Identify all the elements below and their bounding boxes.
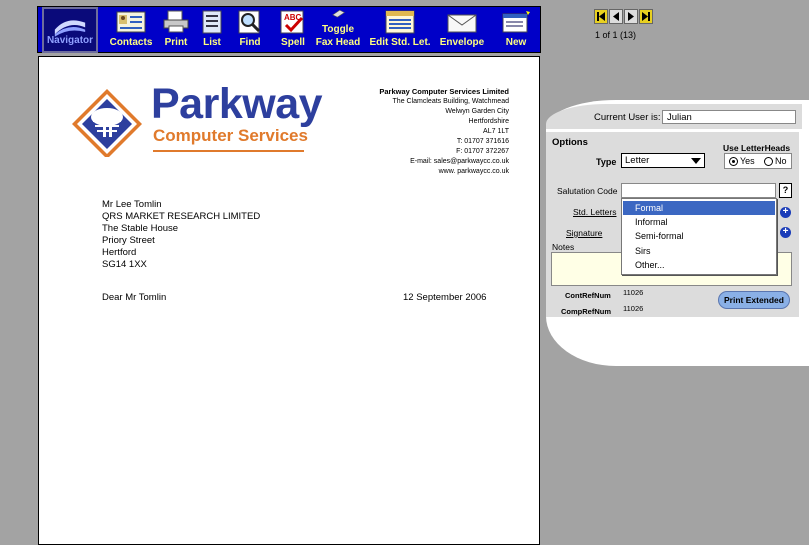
letterheads-no-radio[interactable] xyxy=(764,157,773,166)
type-label: Type xyxy=(596,157,617,167)
toggle-icon xyxy=(332,9,345,18)
last-record-button[interactable] xyxy=(639,9,653,24)
print-button[interactable]: Print xyxy=(158,7,194,53)
company-name: Parkway Computer Services Limited xyxy=(379,87,509,96)
edit-letter-icon xyxy=(385,10,415,34)
new-document-icon xyxy=(502,11,530,33)
letter-salutation: Dear Mr Tomlin xyxy=(102,292,167,303)
type-select-value: Letter xyxy=(625,155,650,166)
toggle-fax-head-button[interactable]: Toggle Fax Head xyxy=(314,7,362,53)
spell-button[interactable]: ABC Spell xyxy=(274,7,312,53)
signature-link[interactable]: Signature xyxy=(566,228,602,238)
left-margin xyxy=(0,0,34,545)
previous-record-icon xyxy=(613,12,619,21)
find-button[interactable]: Find xyxy=(232,7,268,53)
toolbar-label: Print xyxy=(164,37,188,48)
spell-check-icon: ABC xyxy=(280,10,304,34)
address-line: Hertford xyxy=(102,246,137,258)
letterheads-label: Use LetterHeads xyxy=(723,143,791,153)
toolbar-label: Spell xyxy=(281,37,305,48)
company-line: F: 01707 372267 xyxy=(456,148,509,155)
toolbar-label: Fax Head xyxy=(315,37,361,48)
salutation-code-field[interactable] xyxy=(621,183,776,198)
options-heading: Options xyxy=(552,137,588,148)
toolbar-label: Edit Std. Let. xyxy=(369,37,431,48)
salutation-code-label: Salutation Code xyxy=(557,186,618,196)
navigator-button[interactable]: Navigator xyxy=(42,7,98,53)
toolbar-label: Contacts xyxy=(109,37,153,48)
salutation-option-semi-formal[interactable]: Semi-formal xyxy=(623,229,775,243)
logo-underline xyxy=(153,150,304,152)
letterheads-yes-radio[interactable] xyxy=(729,157,738,166)
std-letters-link[interactable]: Std. Letters xyxy=(573,207,616,217)
recipient-address: Mr Lee Tomlin QRS MARKET RESEARCH LIMITE… xyxy=(102,199,260,270)
toolbar-label: Envelope xyxy=(439,37,485,48)
letter-date: 12 September 2006 xyxy=(403,292,487,303)
toolbar-label: List xyxy=(203,37,221,48)
last-record-icon xyxy=(642,12,650,21)
salutation-option-informal[interactable]: Informal xyxy=(623,215,775,229)
main-toolbar: Navigator Contacts Print List Find ABC S… xyxy=(37,6,541,53)
chevron-down-icon xyxy=(691,158,701,164)
envelope-icon xyxy=(447,14,477,33)
type-select[interactable]: Letter xyxy=(621,153,705,168)
contacts-button[interactable]: Contacts xyxy=(106,7,156,53)
notes-label: Notes xyxy=(552,242,575,252)
edit-std-letter-button[interactable]: Edit Std. Let. xyxy=(368,7,432,53)
address-line: Priory Street xyxy=(102,234,155,246)
find-icon xyxy=(238,10,261,34)
salutation-dropdown-list: Formal Informal Semi-formal Sirs Other..… xyxy=(621,198,777,275)
print-extended-button[interactable]: Print Extended xyxy=(718,291,790,309)
company-line: Welwyn Garden City xyxy=(445,108,509,115)
contref-value: 11026 xyxy=(623,288,644,297)
toolbar-label: Navigator xyxy=(46,35,94,46)
salutation-option-other[interactable]: Other... xyxy=(623,258,775,272)
letterheads-radio-group: Yes No xyxy=(724,153,792,169)
help-button[interactable]: ? xyxy=(779,183,792,198)
company-details: Parkway Computer Services Limited The Cl… xyxy=(379,87,509,177)
next-record-button[interactable] xyxy=(624,9,638,24)
record-count: 1 of 1 (13) xyxy=(595,30,637,40)
address-line: Mr Lee Tomlin xyxy=(102,199,162,210)
add-std-letter-icon[interactable]: + xyxy=(780,207,791,218)
salutation-option-formal[interactable]: Formal xyxy=(623,201,775,215)
list-button[interactable]: List xyxy=(196,7,228,53)
compref-value: 11026 xyxy=(623,304,644,313)
company-line: The Clamcleats Building, Watchmead xyxy=(392,98,509,105)
record-navigation xyxy=(594,9,660,27)
logo-brand-subtitle: Computer Services xyxy=(153,126,308,145)
contref-label: ContRefNum xyxy=(565,291,611,300)
letterheads-no-label: No xyxy=(775,156,787,166)
toolbar-label: New xyxy=(505,37,527,48)
address-line: QRS MARKET RESEARCH LIMITED xyxy=(102,210,261,222)
company-line: T: 01707 371616 xyxy=(456,138,509,145)
logo-brand-name: Parkway xyxy=(151,80,323,128)
compref-label: CompRefNum xyxy=(561,307,611,316)
toolbar-label: Toggle xyxy=(321,24,355,35)
new-button[interactable]: New xyxy=(494,7,538,53)
current-user-label: Current User is: xyxy=(594,112,661,123)
add-signature-icon[interactable]: + xyxy=(780,227,791,238)
company-line: E-mail: sales@parkwaycc.co.uk xyxy=(410,158,509,165)
letterheads-yes-label: Yes xyxy=(740,156,755,166)
company-line: www. parkwaycc.co.uk xyxy=(438,168,509,175)
contacts-icon xyxy=(116,11,146,33)
company-line: Hertfordshire xyxy=(468,118,509,125)
first-record-button[interactable] xyxy=(594,9,608,24)
current-user-field: Julian xyxy=(662,110,796,124)
address-line: SG14 1XX xyxy=(102,258,147,270)
envelope-button[interactable]: Envelope xyxy=(436,7,488,53)
company-line: AL7 1LT xyxy=(483,128,509,135)
salutation-option-sirs[interactable]: Sirs xyxy=(623,244,775,258)
previous-record-button[interactable] xyxy=(609,9,623,24)
first-record-icon xyxy=(597,12,605,21)
letter-page: Parkway Computer Services Parkway Comput… xyxy=(38,56,540,545)
toolbar-label: Find xyxy=(239,37,261,48)
address-line: The Stable House xyxy=(102,222,179,234)
next-record-icon xyxy=(628,12,634,21)
list-icon xyxy=(202,10,222,34)
printer-icon xyxy=(163,10,189,33)
